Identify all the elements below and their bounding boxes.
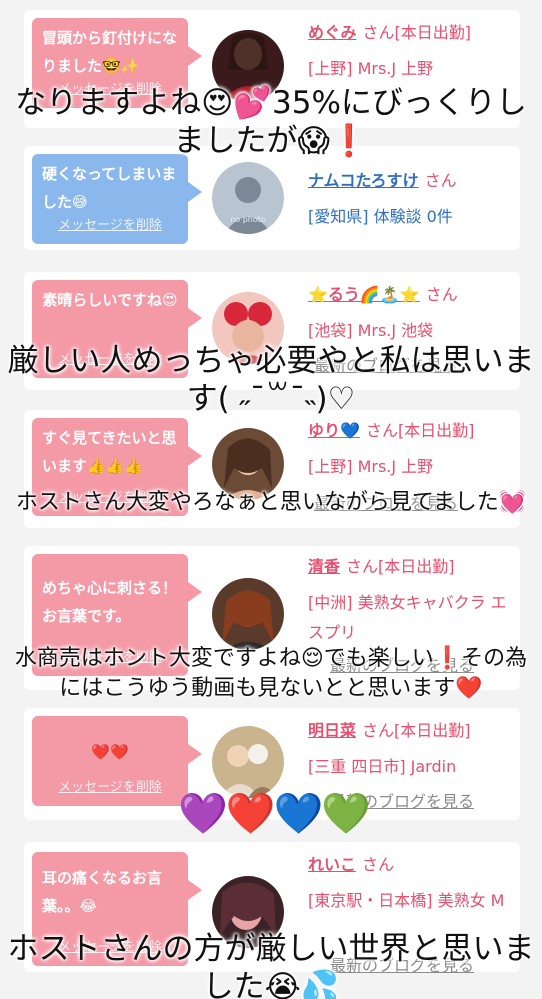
message-bubble: 硬くなってしまいました😅 メッセージを削除 — [32, 154, 202, 244]
delete-message-link[interactable]: メッセージを削除 — [32, 212, 188, 240]
avatar[interactable] — [212, 726, 284, 798]
avatar-no-photo[interactable]: no photo — [212, 162, 284, 234]
message-text: めちゃ心に刺さる！お言葉です。 — [42, 579, 178, 625]
shop-label: [上野] Mrs.J 上野 — [308, 457, 434, 476]
user-suffix: さん[本日出勤] — [362, 721, 471, 740]
user-info: めぐみ さん[本日出勤] [上野] Mrs.J 上野 — [308, 18, 518, 84]
user-name-link[interactable]: ⭐るう🌈🏝️⭐ — [308, 285, 420, 304]
user-suffix: さん — [362, 855, 395, 874]
message-text: すぐ見てきたいと思います👍👍👍 — [42, 429, 177, 475]
user-suffix: さん[本日出勤] — [362, 23, 471, 42]
message-text: 硬くなってしまいました😅 — [42, 165, 177, 211]
hearts-emoji-row: 💜❤️💙💚 — [178, 791, 371, 837]
delete-message-link[interactable]: メッセージを削除 — [32, 774, 188, 802]
user-name-link[interactable]: 明日菜 — [308, 721, 356, 740]
user-name-link[interactable]: めぐみ — [308, 23, 356, 42]
user-info: ゆり💙 さん[本日出勤] [上野] Mrs.J 上野 — [308, 416, 518, 482]
overlay-caption-4: 水商売はホント大変ですよね😌でも楽しい❗️その為にはこうゆう動画も見ないとと思い… — [14, 646, 528, 701]
user-info: れいこ さん [東京駅・日本橋] 美熟女 M — [308, 850, 518, 916]
user-name-link[interactable]: ナムコたろすけ — [308, 171, 419, 190]
shop-label: [三重 四日市] Jardin — [308, 757, 457, 776]
user-info: ⭐るう🌈🏝️⭐ さん [池袋] Mrs.J 池袋 — [308, 280, 518, 346]
shop-label: [上野] Mrs.J 上野 — [308, 59, 434, 78]
user-suffix: さん — [425, 285, 458, 304]
overlay-caption-1: なりますよね😍💕35%にびっくりしましたが😱❗️ — [15, 85, 527, 159]
user-info: 明日菜 さん[本日出勤] [三重 四日市] Jardin — [308, 716, 518, 782]
overlay-caption-3: ホストさん大変やろなぁと思いながら見てました💓 — [15, 490, 527, 515]
message-text: 冒頭から釘付けになりました🤓✨ — [42, 29, 178, 75]
user-info: 清香 さん[本日出勤] [中洲] 美熟女キャバクラ エスプリ — [308, 552, 518, 648]
message-bubble: ❤️❤️ メッセージを削除 — [32, 716, 202, 806]
user-suffix: さん[本日出勤] — [346, 557, 455, 576]
user-suffix: さん[本日出勤] — [365, 421, 475, 440]
overlay-caption-2: 厳しい人めっちゃ必要やと私は思います( ˶¯꒳¯˵)♡ — [7, 343, 535, 417]
user-info: ナムコたろすけ さん [愛知県] 体験談 0件 — [308, 166, 518, 232]
message-text: 素晴らしいですね😍 — [42, 291, 178, 309]
shop-label: [中洲] 美熟女キャバクラ エスプリ — [308, 593, 507, 642]
no-photo-label: no photo — [230, 215, 266, 224]
user-name-link[interactable]: ゆり💙 — [308, 421, 360, 440]
message-text: ❤️❤️ — [91, 743, 129, 761]
overlay-caption-5: ホストさんの方が厳しい世界と思いました😭💦 — [7, 931, 535, 999]
message-text: 耳の痛くなるお言葉。。😂 — [42, 869, 163, 915]
user-name-link[interactable]: 清香 — [308, 557, 340, 576]
avatar[interactable] — [212, 578, 284, 650]
user-suffix: さん — [424, 171, 457, 190]
shop-label: [愛知県] 体験談 0件 — [308, 207, 453, 226]
message-card-2: 硬くなってしまいました😅 メッセージを削除 no photo ナムコたろすけ さん… — [24, 146, 520, 250]
shop-label: [東京駅・日本橋] 美熟女 M — [308, 891, 505, 910]
user-name-link[interactable]: れいこ — [308, 855, 356, 874]
